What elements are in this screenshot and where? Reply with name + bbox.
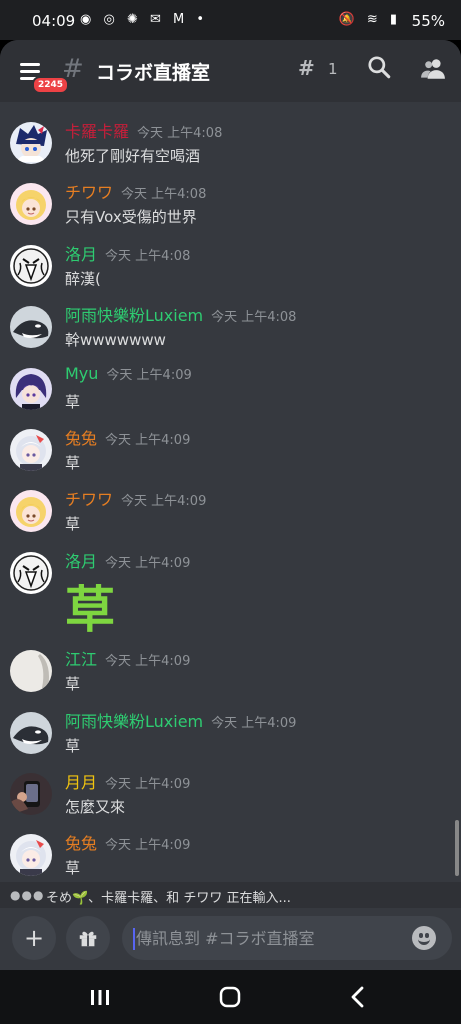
message-timestamp: 今天 上午4:08: [121, 187, 207, 203]
orca-avatar[interactable]: [10, 306, 52, 349]
message-author[interactable]: 月月: [65, 773, 97, 792]
system-nav-bar: [0, 970, 461, 1024]
message-text: 草: [65, 859, 81, 878]
message-timestamp: 今天 上午4:09: [105, 838, 191, 854]
status-time: 04:09: [32, 12, 76, 30]
message-author[interactable]: 洛月: [65, 245, 97, 264]
message-text: 草: [65, 454, 81, 472]
message-text: 怎麼又來: [65, 798, 126, 816]
message-author[interactable]: 兔兔: [65, 834, 97, 853]
message-author[interactable]: 江江: [65, 650, 97, 669]
pale-avatar[interactable]: [10, 650, 52, 693]
message-author[interactable]: 洛月: [65, 552, 97, 571]
message-input[interactable]: [122, 916, 452, 960]
mask-avatar[interactable]: [10, 244, 52, 287]
threads-count: 1: [328, 60, 338, 78]
message-text: 草: [65, 736, 81, 755]
message-text: 草: [65, 675, 81, 694]
message-header: チワワ 今天 上午4:09: [65, 486, 206, 510]
message-text: 醉漢(: [65, 269, 101, 288]
message-header: 洛月 今天 上午4:08: [65, 241, 190, 265]
gift-button[interactable]: [66, 916, 110, 960]
message-timestamp: 今天 上午4:08: [105, 248, 191, 264]
blonde-avatar[interactable]: [10, 183, 52, 226]
white-hair-avatar[interactable]: [10, 834, 52, 877]
typing-indicator: ●●● そめ🌱、卡羅卡羅、和 チワワ 正在輸入...: [0, 882, 461, 908]
back-icon[interactable]: [338, 980, 378, 1014]
message-header: Myu 今天 上午4:09: [65, 364, 192, 383]
message-author[interactable]: 卡羅卡羅: [65, 122, 129, 141]
message-timestamp: 今天 上午4:09: [105, 654, 191, 670]
message-timestamp: 今天 上午4:09: [106, 367, 192, 383]
message-timestamp: 今天 上午4:09: [121, 494, 207, 510]
message-author[interactable]: 阿雨快樂粉Luxiem: [65, 712, 203, 731]
message-text: 幹wwwwwww: [65, 331, 166, 350]
message-timestamp: 今天 上午4:09: [105, 433, 191, 448]
channel-header: 2245 # コラボ直播室 # 1: [0, 40, 461, 102]
notification-icons: ◉ ◎ ✺ ✉ M •: [80, 12, 209, 27]
message-timestamp: 今天 上午4:08: [211, 310, 297, 326]
message-author[interactable]: Myu: [65, 364, 98, 383]
message-text: 草: [65, 515, 81, 534]
message-author[interactable]: チワワ: [65, 490, 113, 509]
message-author[interactable]: チワワ: [65, 183, 113, 202]
typing-text: そめ🌱、卡羅卡羅、和 チワワ 正在輸入...: [46, 891, 291, 906]
channel-hash-icon: #: [62, 54, 84, 84]
hamburger-icon: [20, 63, 40, 66]
purple-hair-avatar[interactable]: [10, 367, 52, 410]
scrollbar[interactable]: [455, 820, 459, 876]
home-icon[interactable]: [210, 980, 250, 1014]
message-header: 兔兔 今天 上午4:09: [65, 425, 190, 449]
message-jumbo-text: 草: [65, 580, 115, 639]
mask-avatar[interactable]: [10, 551, 52, 594]
message-timestamp: 今天 上午4:09: [105, 777, 191, 792]
plus-icon: +: [23, 924, 45, 952]
system-icons: 🔕 ≋ ▮: [338, 12, 401, 27]
members-icon[interactable]: [420, 56, 446, 82]
message-author[interactable]: 兔兔: [65, 429, 97, 448]
message-header: 洛月 今天 上午4:09: [65, 548, 190, 572]
search-icon[interactable]: [366, 54, 392, 80]
threads-icon[interactable]: #: [298, 56, 315, 80]
message-header: 阿雨快樂粉Luxiem 今天 上午4:08: [65, 302, 296, 326]
channel-title: コラボ直播室: [96, 62, 211, 84]
discord-app: 2245 # コラボ直播室 # 1 卡羅卡羅 今天 上午4:08 他死了剛好有空喝酒…: [0, 40, 461, 970]
message-timestamp: 今天 上午4:08: [137, 126, 223, 141]
blue-hair-avatar[interactable]: [10, 122, 52, 164]
recent-apps-icon[interactable]: [80, 980, 120, 1014]
message-header: 卡羅卡羅 今天 上午4:08: [65, 118, 222, 142]
orca-avatar[interactable]: [10, 711, 52, 754]
message-timestamp: 今天 上午4:09: [105, 555, 191, 571]
message-timestamp: 今天 上午4:09: [211, 715, 297, 731]
message-header: 江江 今天 上午4:09: [65, 646, 190, 670]
message-list[interactable]: 卡羅卡羅 今天 上午4:08 他死了剛好有空喝酒 チワワ 今天 上午4:08 只有Vox受…: [0, 112, 461, 882]
message-text: 他死了剛好有空喝酒: [65, 147, 201, 165]
message-header: 兔兔 今天 上午4:09: [65, 830, 190, 854]
message-header: チワワ 今天 上午4:08: [65, 179, 206, 203]
typing-dots-icon: ●●●: [10, 888, 45, 902]
white-hair-avatar[interactable]: [10, 429, 52, 471]
message-header: 月月 今天 上午4:09: [65, 769, 190, 793]
message-header: 阿雨快樂粉Luxiem 今天 上午4:09: [65, 708, 296, 732]
dark-photo-avatar[interactable]: [10, 773, 52, 815]
status-bar: 04:09 ◉ ◎ ✺ ✉ M • 🔕 ≋ ▮ 55%: [0, 0, 461, 40]
blonde-avatar[interactable]: [10, 490, 52, 533]
battery-level: 55%: [411, 12, 445, 30]
message-text: 草: [65, 392, 81, 411]
gift-icon: [79, 931, 97, 947]
message-composer: +: [0, 908, 461, 970]
message-text: 只有Vox受傷的世界: [65, 208, 197, 227]
add-attachment-button[interactable]: +: [12, 916, 56, 960]
message-author[interactable]: 阿雨快樂粉Luxiem: [65, 306, 203, 325]
emoji-icon[interactable]: [412, 926, 436, 950]
text-caret: [133, 928, 135, 950]
